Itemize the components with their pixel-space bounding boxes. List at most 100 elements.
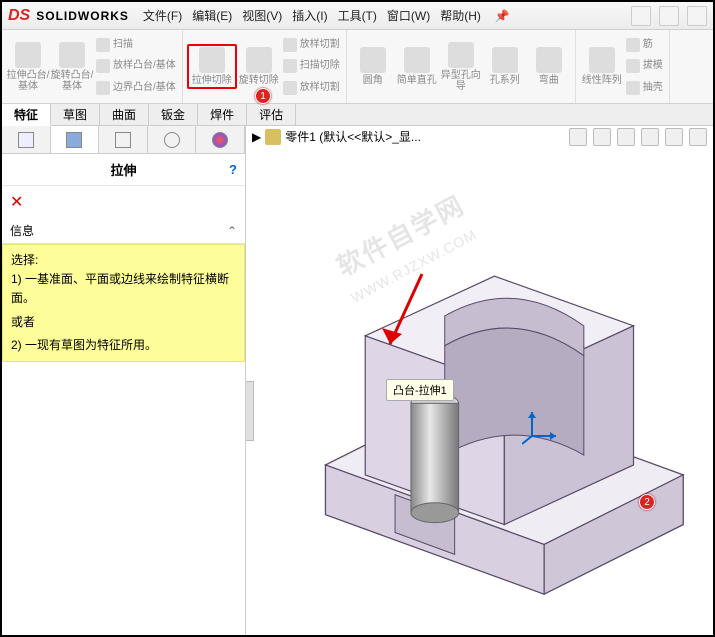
boss-column: 扫描 放样凸台/基体 边界凸台/基体 xyxy=(94,32,178,101)
linear-pattern-icon xyxy=(589,47,615,73)
pm-tab-display[interactable] xyxy=(196,126,245,153)
menu-tools[interactable]: 工具(T) xyxy=(338,7,377,24)
pm-tab-feature[interactable] xyxy=(2,126,51,153)
linear-pattern-button[interactable]: 线性阵列 xyxy=(580,47,624,86)
hole-wizard-button[interactable]: 异型孔向导 xyxy=(439,42,483,92)
app-logo: DS xyxy=(8,7,30,25)
simple-hole-icon xyxy=(404,47,430,73)
draft-button[interactable]: 拔模 xyxy=(626,59,663,73)
menu-bar: DS SOLIDWORKS 文件(F) 编辑(E) 视图(V) 插入(I) 工具… xyxy=(2,2,713,30)
annotation-marker-2: 2 xyxy=(639,494,655,510)
content-area: 拉伸 ? ✕ 信息 ⌃ 选择: 1) 一基准面、平面或边线来绘制特征横断面。 或… xyxy=(2,126,713,635)
qat-new-icon[interactable] xyxy=(631,6,651,26)
loft-boss-button[interactable]: 放样凸台/基体 xyxy=(96,59,176,73)
menu-view[interactable]: 视图(V) xyxy=(242,7,282,24)
display-icon xyxy=(212,132,228,148)
hole-series-button[interactable]: 孔系列 xyxy=(483,47,527,86)
sweep-cut-icon xyxy=(283,59,297,73)
revolve-cut-icon xyxy=(246,47,272,73)
pm-section-info[interactable]: 信息 ⌃ xyxy=(2,218,245,244)
extrude-boss-button[interactable]: 拉伸凸台/基体 xyxy=(6,42,50,92)
sweep-icon xyxy=(96,38,110,52)
sweep-button[interactable]: 扫描 xyxy=(96,38,176,52)
tab-feature[interactable]: 特征 xyxy=(2,104,51,126)
revolve-cut-label: 旋转切除 xyxy=(239,75,279,86)
origin-triad-icon xyxy=(522,406,562,446)
feature-tabs: 特征 草图 曲面 钣金 焊件 评估 xyxy=(2,104,713,126)
annotation-marker-1: 1 xyxy=(255,88,271,104)
revolve-boss-label: 旋转凸台/基体 xyxy=(50,70,94,92)
simple-hole-button[interactable]: 简单直孔 xyxy=(395,47,439,86)
tab-surface[interactable]: 曲面 xyxy=(100,104,149,125)
boundary-boss-button[interactable]: 边界凸台/基体 xyxy=(96,81,176,95)
extrude-boss-label: 拉伸凸台/基体 xyxy=(6,70,50,92)
pm-tab-dim[interactable] xyxy=(148,126,197,153)
pm-help-icon[interactable]: ? xyxy=(229,162,237,177)
extrude-cut-highlight: 拉伸切除 xyxy=(187,44,237,89)
loft-cut-icon xyxy=(283,38,297,52)
pm-tabs xyxy=(2,126,245,154)
model-render xyxy=(246,126,713,635)
extrude-boss-icon xyxy=(15,42,41,68)
draft-icon xyxy=(626,59,640,73)
app-brand: SOLIDWORKS xyxy=(36,9,129,23)
extrude-cut-label: 拉伸切除 xyxy=(192,75,232,86)
info-or: 或者 xyxy=(11,313,236,332)
shell-button[interactable]: 抽壳 xyxy=(626,81,663,95)
revolve-boss-button[interactable]: 旋转凸台/基体 xyxy=(50,42,94,92)
info-select-label: 选择: xyxy=(11,251,236,270)
ribbon-group-pattern: 线性阵列 筋 拔模 抽壳 xyxy=(576,30,670,103)
pm-tab-property[interactable] xyxy=(51,126,100,153)
loft-cut-button[interactable]: 放样切割 xyxy=(283,38,340,52)
ribbon: 拉伸凸台/基体 旋转凸台/基体 扫描 放样凸台/基体 边界凸台/基体 拉伸切除 … xyxy=(2,30,713,104)
info-line-1: 1) 一基准面、平面或边线来绘制特征横断面。 xyxy=(11,270,236,308)
rib-icon xyxy=(626,38,640,52)
tab-sheetmetal[interactable]: 钣金 xyxy=(149,104,198,125)
boundary-boss-icon xyxy=(96,81,110,95)
property-manager: 拉伸 ? ✕ 信息 ⌃ 选择: 1) 一基准面、平面或边线来绘制特征横断面。 或… xyxy=(2,126,246,635)
tab-weldment[interactable]: 焊件 xyxy=(198,104,247,125)
qat-save-icon[interactable] xyxy=(687,6,707,26)
menu-edit[interactable]: 编辑(E) xyxy=(192,7,232,24)
pattern-column: 筋 拔模 抽壳 xyxy=(624,32,665,101)
fillet-button[interactable]: 圆角 xyxy=(351,47,395,86)
feature-tooltip: 凸台-拉伸1 xyxy=(386,379,454,401)
ribbon-group-hole: 圆角 简单直孔 异型孔向导 孔系列 弯曲 xyxy=(347,30,576,103)
hole-series-icon xyxy=(492,47,518,73)
menu-file[interactable]: 文件(F) xyxy=(143,7,182,24)
annotation-arrow xyxy=(372,266,432,366)
pin-icon[interactable]: 📌 xyxy=(495,9,510,23)
sweep-cut-button[interactable]: 扫描切除 xyxy=(283,59,340,73)
loft-cut2-button[interactable]: 放样切割 xyxy=(283,81,340,95)
menu-help[interactable]: 帮助(H) xyxy=(440,7,481,24)
qat-open-icon[interactable] xyxy=(659,6,679,26)
info-line-2: 2) 一现有草图为特征所用。 xyxy=(11,336,236,355)
tab-evaluate[interactable]: 评估 xyxy=(247,104,296,125)
dimxpert-icon xyxy=(164,132,180,148)
property-icon xyxy=(66,132,82,148)
chevron-up-icon: ⌃ xyxy=(227,224,237,238)
pm-section-label: 信息 xyxy=(10,222,34,239)
tab-sketch[interactable]: 草图 xyxy=(51,104,100,125)
feature-tree-icon xyxy=(18,132,34,148)
pm-info-box: 选择: 1) 一基准面、平面或边线来绘制特征横断面。 或者 2) 一现有草图为特… xyxy=(2,244,245,362)
quick-access-toolbar xyxy=(631,6,707,26)
shell-icon xyxy=(626,81,640,95)
extrude-cut-button[interactable]: 拉伸切除 xyxy=(190,47,234,86)
fillet-icon xyxy=(360,47,386,73)
ribbon-group-boss: 拉伸凸台/基体 旋转凸台/基体 扫描 放样凸台/基体 边界凸台/基体 xyxy=(2,30,183,103)
graphics-viewport[interactable]: ▶ 零件1 (默认<<默认>_显... 软件自学网 WWW.RJZXW.COM xyxy=(246,126,713,635)
pm-tab-config[interactable] xyxy=(99,126,148,153)
loft-boss-icon xyxy=(96,59,110,73)
revolve-boss-icon xyxy=(59,42,85,68)
flex-button[interactable]: 弯曲 xyxy=(527,47,571,86)
pm-cancel-button[interactable]: ✕ xyxy=(2,186,245,218)
extrude-cut-icon xyxy=(199,47,225,73)
pm-title-bar: 拉伸 ? xyxy=(2,154,245,186)
rib-button[interactable]: 筋 xyxy=(626,38,663,52)
revolve-cut-button[interactable]: 旋转切除 xyxy=(237,47,281,86)
config-icon xyxy=(115,132,131,148)
menu-insert[interactable]: 插入(I) xyxy=(292,7,327,24)
menu-window[interactable]: 窗口(W) xyxy=(387,7,430,24)
flex-icon xyxy=(536,47,562,73)
